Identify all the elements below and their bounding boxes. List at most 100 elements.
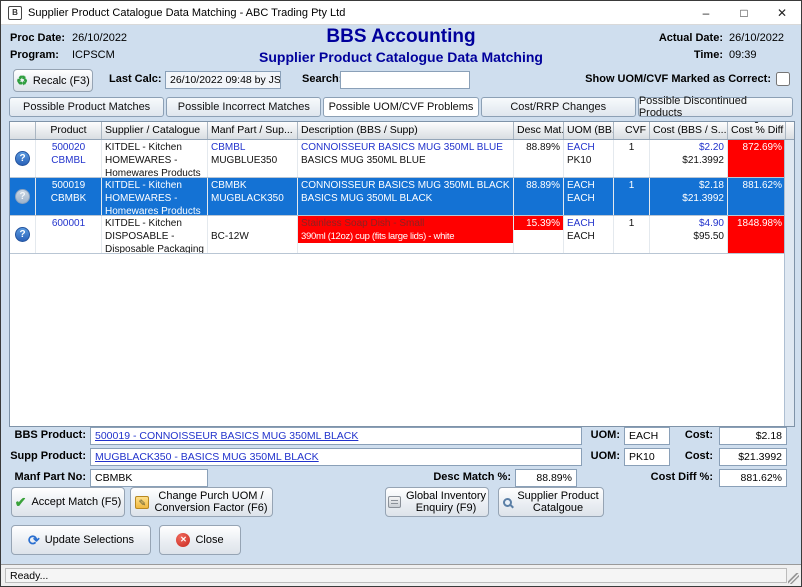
tab-possible-discontinued-products[interactable]: Possible Discontinued Products	[638, 97, 793, 117]
last-calc-field[interactable]: 26/10/2022 09:48 by JS2	[165, 71, 281, 89]
supplier-catalogue: KITDEL - Kitchen	[105, 217, 204, 230]
actual-date-label: Actual Date:	[659, 32, 723, 44]
column-header-manf-part[interactable]: Manf Part / Sup...	[208, 122, 298, 139]
description-bbs: CONNOISSEUR BASICS MUG 350ML BLUE	[301, 141, 510, 154]
cost-diff-alert-cell: 872.69%	[728, 140, 786, 177]
inventory-icon	[388, 496, 401, 508]
manf-part-no-label: Manf Part No:	[1, 471, 86, 483]
bbs-product-label: BBS Product:	[1, 429, 86, 441]
column-header-uom[interactable]: UOM (BB...	[564, 122, 614, 139]
help-icon[interactable]: ?	[15, 189, 30, 204]
search-label: Search:	[302, 73, 342, 85]
header-left: Proc Date:26/10/2022 Program:ICPSCM	[10, 29, 127, 63]
table-header-row: Product Supplier / Catalogue Manf Part /…	[10, 122, 794, 140]
table-row-selected[interactable]: ? 500019 CBMBK KITDEL - Kitchen HOMEWARE…	[10, 178, 794, 216]
table-body: ? 500020 CBMBL KITDEL - Kitchen HOMEWARE…	[10, 140, 794, 426]
supplier-catalogue: KITDEL - Kitchen	[105, 179, 204, 192]
cvf-value: 1	[617, 217, 646, 230]
table-empty-area	[10, 254, 794, 426]
column-header-product[interactable]: Product	[36, 122, 102, 139]
desc-match-pct: 15.39%	[517, 217, 560, 230]
cost-diff-alert-cell: 1848.98%	[728, 216, 786, 253]
column-header-cost[interactable]: Cost (BBS / S...	[650, 122, 728, 139]
tab-cost-rrp-changes[interactable]: Cost/RRP Changes	[481, 97, 636, 117]
matches-table: Product Supplier / Catalogue Manf Part /…	[9, 121, 795, 427]
bbs-cost-label: Cost:	[683, 429, 713, 441]
check-icon: ✔	[15, 495, 27, 509]
bbs-cost-field[interactable]: $2.18	[719, 427, 787, 445]
table-row[interactable]: ? 500020 CBMBL KITDEL - Kitchen HOMEWARE…	[10, 140, 794, 178]
product-code: 500019	[39, 179, 98, 192]
desc-match-pct-field[interactable]: 88.89%	[515, 469, 577, 487]
product-code: 600001	[39, 217, 98, 230]
cost-diff-pct-label: Cost Diff %:	[639, 471, 713, 483]
manf-part-no-field[interactable]: CBMBK	[90, 469, 208, 487]
sort-ascending-icon: ▲	[754, 122, 760, 125]
edit-icon: ✎	[135, 496, 149, 509]
minimize-button[interactable]: –	[687, 1, 725, 24]
header-right: Actual Date:26/10/2022 Time:09:39	[659, 29, 791, 63]
manf-part: BC-12W	[211, 230, 294, 243]
update-selections-button[interactable]: ⟳ Update Selections	[11, 525, 151, 555]
status-text: Ready...	[5, 568, 787, 583]
actual-date-value: 26/10/2022	[729, 32, 791, 44]
description-bbs: Stainless Soap Dish - Small	[301, 217, 510, 230]
column-header-description[interactable]: Description (BBS / Supp)	[298, 122, 514, 139]
help-icon[interactable]: ?	[15, 151, 30, 166]
maximize-button[interactable]: □	[725, 1, 763, 24]
desc-match-alert-cell: 15.39%	[514, 216, 563, 230]
program-value: ICPSCM	[72, 49, 115, 61]
cost-diff-cell: 881.62%	[728, 178, 786, 215]
close-window-button[interactable]: ✕	[763, 1, 801, 24]
column-header-desc-match[interactable]: Desc Mat...	[514, 122, 564, 139]
description-supp: 390ml (12oz) cup (fits large lids) - whi…	[301, 230, 510, 243]
help-icon[interactable]: ?	[15, 227, 30, 242]
bbs-uom-field[interactable]: EACH	[624, 427, 670, 445]
tab-possible-uom-cvf-problems[interactable]: Possible UOM/CVF Problems	[323, 97, 478, 117]
global-inventory-enquiry-button[interactable]: Global InventoryEnquiry (F9)	[385, 487, 489, 517]
window-title: Supplier Product Catalogue Data Matching…	[28, 7, 687, 19]
desc-match-pct: 88.89%	[517, 141, 560, 154]
cost-supp: $95.50	[653, 230, 724, 243]
column-header-cvf[interactable]: CVF	[614, 122, 650, 139]
tab-possible-incorrect-matches[interactable]: Possible Incorrect Matches	[166, 97, 321, 117]
main-content: Proc Date:26/10/2022 Program:ICPSCM BBS …	[1, 25, 801, 564]
bbs-uom-label: UOM:	[590, 429, 620, 441]
supp-uom-field[interactable]: PK10	[624, 448, 670, 466]
bbs-product-link[interactable]: 500019 - CONNOISSEUR BASICS MUG 350ML BL…	[90, 427, 582, 445]
vertical-scrollbar[interactable]	[784, 140, 794, 426]
supp-product-label: Supp Product:	[1, 450, 86, 462]
accept-match-button[interactable]: ✔ Accept Match (F5)	[11, 487, 125, 517]
show-uom-checkbox[interactable]	[776, 72, 790, 86]
cost-bbs: $4.90	[653, 217, 724, 230]
supp-cost-label: Cost:	[683, 450, 713, 462]
column-header-cost-pct-diff[interactable]: ▲ Cost % Diff	[728, 122, 786, 139]
recalc-label: Recalc (F3)	[33, 75, 90, 87]
time-label: Time:	[694, 49, 723, 61]
supp-product-link[interactable]: MUGBLACK350 - BASICS MUG 350ML BLACK	[90, 448, 582, 466]
column-header-icon[interactable]	[10, 122, 36, 139]
cost-diff-pct-field[interactable]: 881.62%	[719, 469, 787, 487]
change-purch-uom-button[interactable]: ✎ Change Purch UOM /Conversion Factor (F…	[130, 487, 273, 517]
description-supp: BASICS MUG 350ML BLUE	[301, 154, 510, 167]
manf-part: CBMBK	[211, 179, 294, 192]
product-code: 500020	[39, 141, 98, 154]
table-row[interactable]: ? 600001 KITDEL - Kitchen DISPOSABLE - D…	[10, 216, 794, 254]
uom-bbs: EACH	[567, 179, 610, 192]
app-icon: B	[8, 6, 22, 20]
cost-supp: $21.3992	[653, 192, 724, 205]
uom-supp: EACH	[567, 230, 610, 243]
resize-grip[interactable]	[788, 573, 799, 584]
cost-pct-diff: 872.69%	[731, 141, 782, 154]
recalc-button[interactable]: ♻ Recalc (F3)	[13, 69, 93, 92]
tab-possible-product-matches[interactable]: Possible Product Matches	[9, 97, 164, 117]
cost-pct-diff: 881.62%	[731, 179, 782, 192]
recycle-icon: ♻	[16, 74, 28, 87]
description-bbs: CONNOISSEUR BASICS MUG 350ML BLACK	[301, 179, 510, 192]
close-button[interactable]: ✕ Close	[159, 525, 241, 555]
supp-cost-field[interactable]: $21.3992	[719, 448, 787, 466]
supplier-product-catalogue-button[interactable]: Supplier ProductCatalgoue	[498, 487, 604, 517]
search-input[interactable]	[340, 71, 470, 89]
uom-bbs: EACH	[567, 217, 610, 230]
column-header-supplier[interactable]: Supplier / Catalogue	[102, 122, 208, 139]
